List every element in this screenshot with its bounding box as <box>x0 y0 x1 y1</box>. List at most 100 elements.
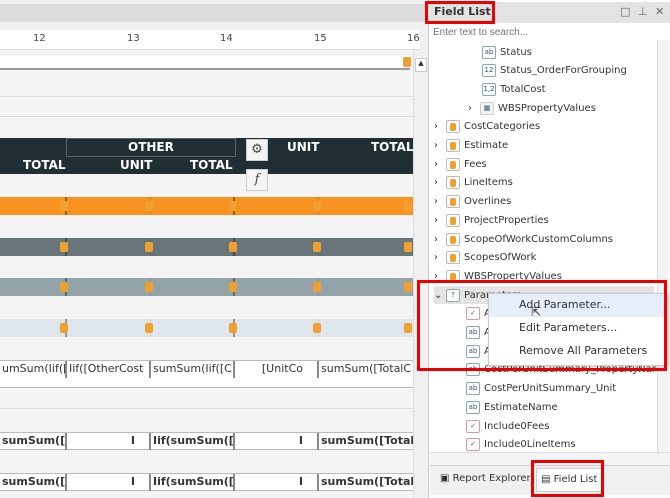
gray-band[interactable] <box>0 278 413 296</box>
report-band-strip[interactable] <box>0 56 411 70</box>
boolean-icon: ✓ <box>466 438 480 452</box>
header-row-2[interactable]: TOTAL UNIT TOTAL <box>0 156 413 174</box>
formula-row[interactable]: umSum(Iif([S Iif([OtherCost sumSum(Iif([… <box>0 360 413 388</box>
design-vertical-scrollbar[interactable]: ▲ <box>413 50 428 498</box>
summary-cell[interactable]: Iif(sumSum([ <box>151 433 235 450</box>
report-design-surface[interactable] <box>0 50 413 498</box>
datasource-icon <box>446 195 460 209</box>
function-icon[interactable]: f <box>246 169 268 191</box>
formula-cell[interactable]: [UnitCo <box>235 361 319 378</box>
summary-row[interactable]: sumSum([T I Iif(sumSum([ I sumSum([Total… <box>0 473 413 491</box>
summary-cell[interactable]: Iif(sumSum([ <box>151 474 235 491</box>
chevron-icon[interactable]: › <box>434 196 446 207</box>
tree-item[interactable]: › ScopesOfWork <box>434 249 536 267</box>
formula-cell[interactable]: sumSum(Iif([C <box>151 361 235 378</box>
close-icon[interactable]: ✕ <box>655 5 664 18</box>
gear-icon[interactable]: ⚙ <box>246 139 268 161</box>
datasource-icon <box>446 251 460 265</box>
tab-report-explorer[interactable]: ▣ Report Explorer <box>436 468 535 492</box>
summary-cell[interactable]: sumSum([T <box>0 433 67 450</box>
tree-item[interactable]: › ▦ WBSPropertyValues <box>468 99 596 117</box>
field-type-icon: 12 <box>482 64 496 78</box>
tree-item-label: WBSPropertyValues <box>498 102 596 114</box>
tree-item-label: EstimateName <box>484 401 558 413</box>
tree-item-label: Fees <box>464 158 487 170</box>
tree-item[interactable]: ✓ Include0LineItems <box>466 436 576 452</box>
datasource-icon <box>229 242 237 252</box>
chevron-icon[interactable]: › <box>434 252 446 263</box>
tree-item[interactable]: › ScopeOfWorkCustomColumns <box>434 230 613 248</box>
datasource-icon <box>313 201 321 211</box>
summary-cell[interactable]: I <box>235 474 319 491</box>
document-tab-bar <box>0 4 428 22</box>
summary-row[interactable]: sumSum([T I Iif(sumSum([ I sumSum([Total… <box>0 432 413 450</box>
tree-item-label: ScopesOfWork <box>464 252 537 264</box>
tab-label: Report Explorer <box>452 473 531 484</box>
tree-item[interactable]: › CostCategories <box>434 118 540 136</box>
header-unit: UNIT <box>120 158 153 172</box>
tree-item[interactable]: ab Status <box>482 43 532 61</box>
tree-item[interactable]: 1,2 TotalCost <box>482 80 546 98</box>
other-group-cell[interactable] <box>66 138 236 157</box>
ruler-mark: 14 <box>220 33 233 44</box>
tree-item-label: CostCategories <box>464 121 541 133</box>
tree-item[interactable]: 12 Status_OrderForGrouping <box>482 62 627 80</box>
tree-item-label: ScopeOfWorkCustomColumns <box>464 233 613 245</box>
summary-cell[interactable]: I <box>67 433 151 450</box>
datasource-icon <box>446 120 460 134</box>
header-total: TOTAL <box>23 158 66 172</box>
light-band[interactable] <box>0 319 413 337</box>
datasource-icon <box>145 201 153 211</box>
summary-cell[interactable]: sumSum([T <box>0 474 67 491</box>
table-icon: ▦ <box>480 101 494 115</box>
tree-item-label: Estimate <box>464 140 509 151</box>
divider <box>0 116 413 117</box>
ruler-mark: 12 <box>33 33 46 44</box>
formula-cell[interactable]: umSum(Iif([S <box>0 361 67 378</box>
tree-item[interactable]: ✓ Include0Fees <box>466 417 549 435</box>
datasource-icon <box>446 232 460 246</box>
ruler-mark: 15 <box>314 33 327 44</box>
chevron-icon[interactable]: › <box>434 215 446 226</box>
tree-item[interactable]: ab EstimateName <box>466 398 558 416</box>
divider <box>0 96 413 97</box>
datasource-icon <box>404 323 412 333</box>
tree-item[interactable]: › LineItems <box>434 174 513 192</box>
formula-cell[interactable]: Iif([OtherCost <box>67 361 151 378</box>
pin-icon[interactable]: ⊥ <box>638 5 648 18</box>
summary-cell[interactable]: sumSum([TotalC <box>319 474 413 491</box>
datasource-icon <box>145 282 153 292</box>
scroll-up-icon[interactable]: ▲ <box>415 58 427 72</box>
header-total: TOTAL <box>190 158 233 172</box>
header-unit: UNIT <box>287 140 320 154</box>
chevron-icon[interactable]: › <box>468 103 480 114</box>
chevron-icon[interactable]: › <box>434 177 446 188</box>
field-tree[interactable]: ab Status 12 Status_OrderForGrouping 1,2 Tota… <box>430 40 656 452</box>
ruler-mark: 13 <box>127 33 140 44</box>
dark-gray-band[interactable] <box>0 238 413 256</box>
formula-cell[interactable]: sumSum([TotalC <box>319 361 413 378</box>
summary-cell[interactable]: sumSum([TotalC <box>319 433 413 450</box>
tree-item[interactable]: › Overlines <box>434 193 511 211</box>
boolean-icon: ✓ <box>466 419 480 433</box>
highlight-box <box>425 1 495 24</box>
chevron-icon[interactable]: › <box>434 121 446 132</box>
chevron-icon[interactable]: › <box>434 159 446 170</box>
tree-item[interactable]: › ProjectProperties <box>434 211 549 229</box>
divider <box>0 408 413 409</box>
summary-cell[interactable]: I <box>235 433 319 450</box>
chevron-icon[interactable]: › <box>434 234 446 245</box>
tree-item[interactable]: › Fees <box>434 155 487 173</box>
tree-item[interactable]: ab CostPerUnitSummary_Unit <box>466 380 616 398</box>
tree-vertical-scrollbar[interactable] <box>657 40 669 452</box>
highlight-box <box>417 280 667 371</box>
report-explorer-icon: ▣ <box>440 473 453 484</box>
field-search-input[interactable] <box>430 24 670 40</box>
header-total: TOTAL <box>371 140 414 154</box>
datasource-icon <box>403 57 411 67</box>
summary-cell[interactable]: I <box>67 474 151 491</box>
maximize-icon[interactable]: □ <box>620 5 630 18</box>
tree-item[interactable]: › Estimate <box>434 137 508 155</box>
chevron-icon[interactable]: › <box>434 140 446 151</box>
orange-band[interactable] <box>0 197 413 215</box>
